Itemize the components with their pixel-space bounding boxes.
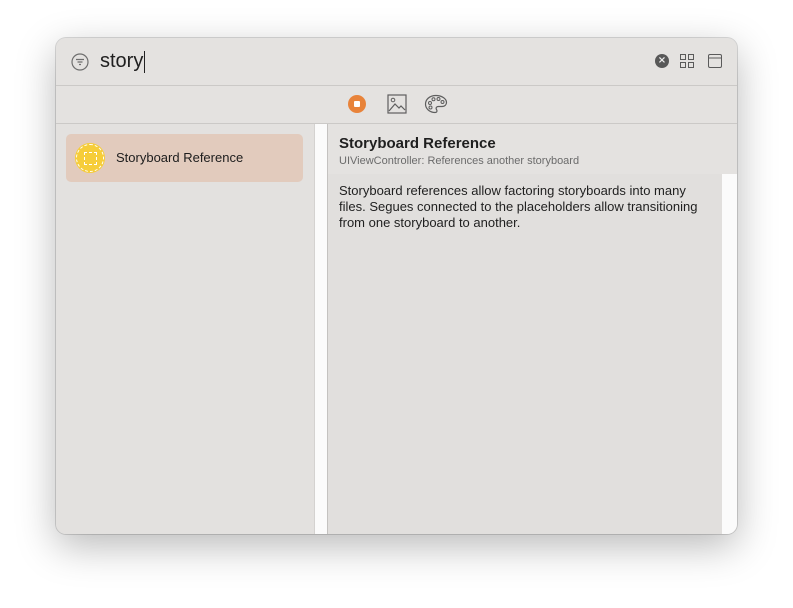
detail-pane: Storyboard Reference UIViewController: R… — [328, 124, 737, 534]
library-list: Storyboard Reference — [56, 124, 314, 534]
detail-title: Storyboard Reference — [339, 135, 496, 152]
detail-description: Storyboard references allow factoring st… — [339, 183, 698, 230]
detail-subtitle: UIViewController: References another sto… — [339, 155, 580, 167]
panel-icon[interactable] — [708, 54, 722, 68]
list-item-label: Storyboard Reference — [116, 150, 244, 165]
detail-scrollbar[interactable] — [722, 174, 737, 534]
library-tabs — [56, 86, 737, 124]
palette-icon[interactable] — [424, 94, 448, 114]
search-bar: × — [56, 38, 737, 86]
list-scrollbar[interactable] — [314, 124, 328, 534]
library-window: × — [56, 38, 737, 534]
list-item-storyboard-reference[interactable]: Storyboard Reference — [66, 134, 303, 182]
dashed-square-icon — [84, 152, 97, 165]
objects-icon[interactable] — [348, 95, 366, 113]
detail-header: Storyboard Reference UIViewController: R… — [328, 124, 737, 174]
text-caret — [144, 51, 145, 73]
search-input[interactable] — [100, 48, 640, 74]
storyboard-reference-icon — [75, 143, 105, 173]
filter-icon[interactable] — [71, 53, 89, 71]
grid-icon[interactable] — [680, 54, 694, 68]
clear-icon[interactable]: × — [655, 54, 669, 68]
image-icon[interactable] — [387, 94, 407, 114]
